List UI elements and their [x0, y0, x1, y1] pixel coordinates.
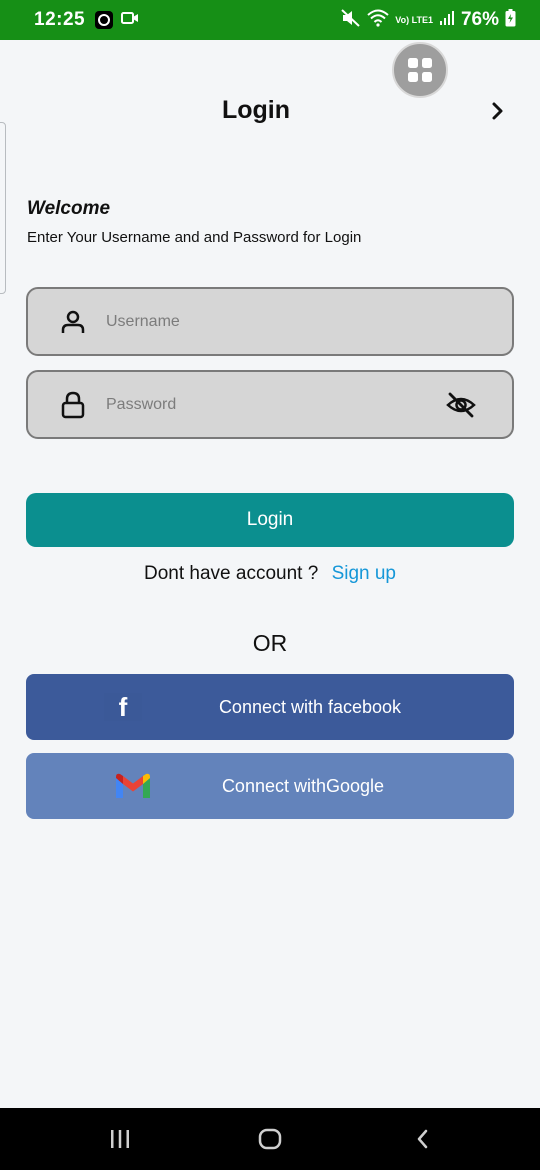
grid-icon [408, 58, 432, 82]
google-button-label: Connect withGoogle [221, 775, 385, 796]
or-divider: OR [252, 630, 288, 656]
login-button[interactable]: Login [26, 493, 514, 547]
facebook-login-button[interactable]: f Connect with facebook [26, 674, 514, 740]
login-instructions: Enter Your Username and and Password for… [27, 229, 362, 246]
video-recording-icon [121, 11, 139, 30]
welcome-heading: Welcome [27, 198, 111, 219]
status-bar: 12:25 Vo) LTE1 76% [0, 0, 540, 40]
username-field[interactable] [26, 287, 514, 356]
battery-icon [505, 8, 516, 32]
login-screen: 12:25 Vo) LTE1 76% Login Welcome Enter Y… [0, 0, 540, 1170]
signup-prompt: Dont have account ? [143, 563, 319, 584]
mute-icon [341, 8, 361, 32]
signal-icon [439, 10, 455, 31]
user-icon [60, 309, 86, 335]
password-field[interactable] [26, 370, 514, 439]
wifi-icon [367, 9, 389, 32]
floating-menu-button[interactable] [392, 42, 448, 98]
password-input[interactable] [106, 372, 426, 437]
back-icon[interactable] [408, 1124, 438, 1154]
signup-link[interactable]: Sign up [332, 563, 396, 584]
chevron-right-icon[interactable] [486, 100, 510, 124]
visibility-off-icon[interactable] [446, 390, 476, 420]
edge-panel-handle[interactable] [0, 122, 6, 294]
facebook-button-label: Connect with facebook [218, 696, 402, 717]
page-title: Login [221, 96, 291, 124]
system-navigation-bar [0, 1108, 540, 1170]
username-input[interactable] [106, 289, 426, 354]
network-type: Vo) LTE1 [395, 14, 433, 25]
signup-row: Dont have account ? Sign up [0, 563, 540, 585]
recent-apps-icon[interactable] [105, 1124, 135, 1154]
battery-percent: 76% [460, 9, 499, 30]
lock-icon [60, 391, 86, 418]
camera-app-icon [95, 11, 114, 29]
google-login-button[interactable]: Connect withGoogle [26, 753, 514, 819]
home-icon[interactable] [255, 1124, 285, 1154]
status-time: 12:25 [34, 9, 86, 30]
